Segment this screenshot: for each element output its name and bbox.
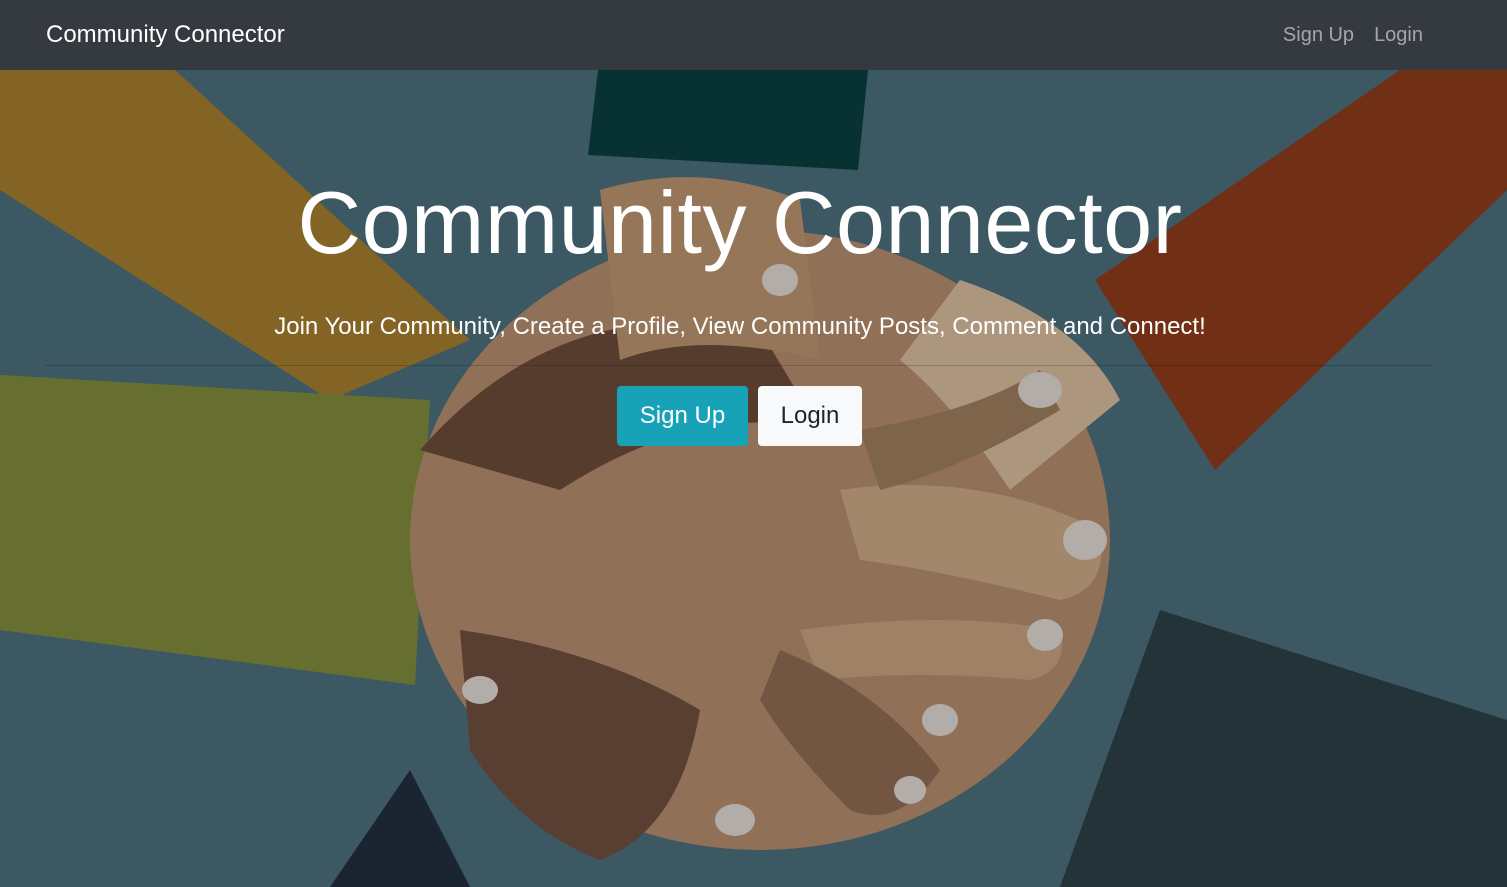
hero-jumbotron: Community Connector Join Your Community,… <box>0 70 1507 887</box>
nav-login-link[interactable]: Login <box>1374 23 1423 47</box>
brand-link[interactable]: Community Connector <box>46 21 285 49</box>
nav-signup-link[interactable]: Sign Up <box>1283 23 1354 47</box>
hero-title: Community Connector <box>297 173 1183 272</box>
navbar: Community Connector Sign Up Login <box>0 0 1507 70</box>
login-button[interactable]: Login <box>758 386 862 446</box>
landing-section: Community Connector Join Your Community,… <box>0 70 1507 887</box>
hero-lead-text: Join Your Community, Create a Profile, V… <box>274 313 1206 340</box>
nav-links: Sign Up Login <box>1283 23 1423 47</box>
hero-divider <box>45 365 1432 366</box>
signup-button[interactable]: Sign Up <box>617 386 748 446</box>
hero-button-group: Sign Up Login <box>617 386 862 446</box>
